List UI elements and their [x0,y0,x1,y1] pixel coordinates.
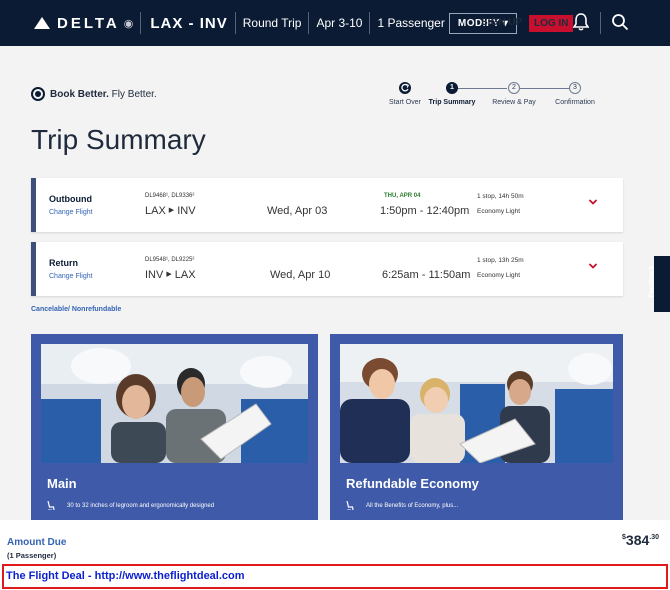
tagline-strong: Book Better. [50,88,109,100]
price-whole: 384 [625,532,650,548]
search-icon[interactable] [611,13,629,31]
amount-passenger-count: (1 Passenger) [7,551,57,560]
step-number: 1 [446,82,458,94]
flight-numbers: DL9548¹, DL9225² [145,257,195,263]
fare-class: Economy Light [477,208,520,215]
sign-up-link[interactable]: SIGN UP [481,17,522,28]
step-label: Trip Summary [428,99,476,106]
log-in-button[interactable]: LOG IN [529,15,574,32]
amount-due-label: Amount Due [7,537,67,548]
skyteam-icon: ◉ [123,17,134,30]
refundable-economy-photo [340,344,613,463]
flight-direction: Return [49,258,78,268]
seat-icon [47,501,55,510]
seat-icon [346,501,354,510]
trip-dates: Apr 3-10 [316,16,363,30]
flight-direction: Outbound [49,194,92,204]
step-confirmation: 3 Confirmation [540,82,610,106]
cabin-feature-text: 30 to 32 inches of legroom and ergonomic… [67,502,215,509]
cabin-name: Refundable Economy [346,476,479,491]
change-flight-link[interactable]: Change Flight [49,273,93,280]
step-number: 3 [569,82,581,94]
destination-code: LAX [174,269,196,281]
price-cents: .30 [649,534,659,541]
cabin-feature-text: All the Benefits of Economy, plus... [366,502,459,509]
flight-card-outbound: Outbound Change Flight DL9468¹, DL9336² … [31,178,623,232]
feedback-tab[interactable]: Feedback [649,256,670,312]
departure-date: Wed, Apr 10 [270,269,331,281]
logo-text: DELTA [57,14,120,32]
fare-rules-link[interactable]: Cancelable/ Nonrefundable [31,306,121,313]
chevron-down-icon[interactable] [588,197,598,207]
main-cabin-photo [41,344,308,463]
cabin-option-main[interactable]: Main 30 to 32 inches of legroom and ergo… [31,334,318,520]
passenger-count: 1 Passenger [377,16,445,30]
divider [234,12,236,34]
flight-times: 6:25am - 11:50am [382,269,471,281]
stops-duration: 1 stop, 14h 50m [477,193,524,200]
delta-seal-icon [31,87,45,101]
trip-route: LAX - INV [150,14,228,32]
destination-code: INV [177,205,196,217]
feedback-label: Feedback [648,265,656,298]
stops-duration: 1 stop, 13h 25m [477,257,524,264]
flight-times: 1:50pm - 12:40pm [380,205,470,217]
cabin-name: Main [47,476,77,491]
trip-type: Round Trip [242,16,302,30]
booking-progress: Start Over 1 Trip Summary 2 Review & Pay… [385,82,605,112]
step-label: Confirmation [555,99,595,106]
flight-numbers: DL9468¹, DL9336² [145,193,195,199]
arrow-right-icon: ▶ [166,271,172,278]
flight-card-return: Return Change Flight DL9548¹, DL9225² IN… [31,242,623,296]
cabin-feature: All the Benefits of Economy, plus... [346,501,458,510]
page-title: Trip Summary [31,124,206,155]
cabin-feature: 30 to 32 inches of legroom and ergonomic… [47,501,214,510]
arrow-right-icon: ▶ [168,207,175,214]
refresh-icon [399,82,411,94]
origin-code: INV [145,269,164,281]
step-trip-summary: 1 Trip Summary [417,82,487,106]
divider [369,12,371,34]
origin-code: LAX [145,205,166,217]
divider [140,12,142,34]
departure-date: Wed, Apr 03 [267,205,328,217]
delta-logo[interactable]: DELTA ◉ [34,15,133,32]
step-number: 2 [508,82,520,94]
divider [600,12,601,34]
flight-route: LAX ▶ INV [145,205,196,217]
delta-widget-icon [34,17,50,29]
fare-class: Economy Light [477,272,520,279]
change-flight-link[interactable]: Change Flight [49,209,93,216]
bell-icon[interactable] [573,13,589,31]
book-better-tagline: Book Better. Fly Better. [31,87,157,101]
cabin-option-refundable-economy[interactable]: Refundable Economy All the Benefits of E… [330,334,623,520]
flight-deal-banner: The Flight Deal - http://www.theflightde… [2,564,668,589]
step-review-pay: 2 Review & Pay [479,82,549,106]
tagline-rest: Fly Better. [108,88,157,100]
arrival-date: THU, APR 04 [384,193,421,199]
total-price: $384.30 [622,532,659,550]
step-label: Review & Pay [492,99,536,106]
flight-route: INV ▶ LAX [145,269,196,281]
divider [308,12,310,34]
chevron-down-icon[interactable] [588,261,598,271]
